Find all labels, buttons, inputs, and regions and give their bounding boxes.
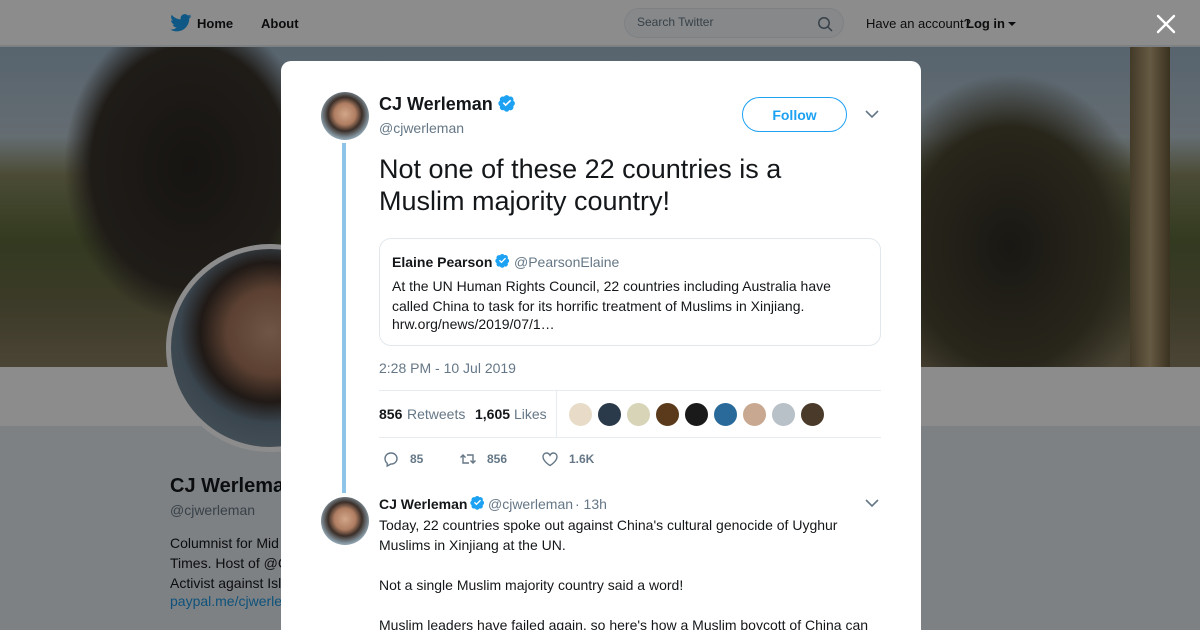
reply-paragraph: Today, 22 countries spoke out against Ch… bbox=[379, 517, 838, 553]
chevron-down-icon[interactable] bbox=[865, 109, 879, 119]
quoted-tweet-text: At the UN Human Rights Council, 22 count… bbox=[392, 278, 831, 314]
like-count: 1.6K bbox=[569, 452, 595, 466]
liker-avatar[interactable] bbox=[684, 402, 709, 427]
conversation-thread-line bbox=[342, 143, 346, 493]
reply-icon[interactable] bbox=[382, 450, 400, 468]
reply-time[interactable]: · 13h bbox=[575, 496, 607, 512]
likes-count[interactable]: 1,605 bbox=[475, 406, 510, 422]
quoted-author-name: Elaine Pearson bbox=[392, 254, 493, 270]
verified-badge-icon bbox=[498, 95, 515, 112]
author-handle[interactable]: @cjwerleman bbox=[379, 120, 464, 136]
reply-author-handle[interactable]: @cjwerleman bbox=[488, 496, 573, 512]
tweet-text: Not one of these 22 countries is a Musli… bbox=[379, 154, 782, 216]
liker-avatar[interactable] bbox=[800, 402, 825, 427]
heart-icon[interactable] bbox=[541, 450, 559, 468]
verified-badge-icon bbox=[495, 253, 510, 268]
tweet-permalink-modal: CJ Werleman @cjwerleman Follow Not one o… bbox=[281, 61, 921, 630]
tweet-stats: 856 Retweets 1,605 Likes bbox=[379, 390, 881, 438]
chevron-down-icon[interactable] bbox=[865, 498, 879, 508]
liker-avatar[interactable] bbox=[568, 402, 593, 427]
reply-author-avatar[interactable] bbox=[321, 497, 369, 545]
liker-avatar[interactable] bbox=[626, 402, 651, 427]
follow-button[interactable]: Follow bbox=[742, 97, 847, 132]
close-icon[interactable] bbox=[1155, 13, 1177, 35]
reply-paragraph: Muslim leaders have failed again, so her… bbox=[379, 617, 869, 630]
tweet-timestamp[interactable]: 2:28 PM - 10 Jul 2019 bbox=[379, 360, 516, 376]
quoted-tweet-link: hrw.org/news/2019/07/1… bbox=[392, 316, 555, 332]
reply-count: 85 bbox=[410, 452, 424, 466]
author-avatar[interactable] bbox=[321, 92, 369, 140]
reply-author-name[interactable]: CJ Werleman bbox=[379, 496, 467, 512]
liker-avatar[interactable] bbox=[742, 402, 767, 427]
author-name[interactable]: CJ Werleman bbox=[379, 94, 493, 115]
retweet-count: 856 bbox=[487, 452, 508, 466]
retweet-icon[interactable] bbox=[459, 450, 477, 468]
likes-label[interactable]: Likes bbox=[514, 406, 547, 422]
retweets-label[interactable]: Retweets bbox=[407, 406, 465, 422]
quoted-tweet-card[interactable]: Elaine Pearson @PearsonElaine At the UN … bbox=[379, 238, 881, 346]
verified-badge-icon bbox=[470, 495, 485, 510]
liker-avatar[interactable] bbox=[713, 402, 738, 427]
reply-tweet-text: Today, 22 countries spoke out against Ch… bbox=[379, 515, 879, 630]
liker-avatar[interactable] bbox=[771, 402, 796, 427]
quoted-author-handle: @PearsonElaine bbox=[514, 254, 620, 270]
stats-divider bbox=[556, 391, 557, 437]
retweets-count[interactable]: 856 bbox=[379, 406, 402, 422]
liker-avatar[interactable] bbox=[655, 402, 680, 427]
reply-paragraph: Not a single Muslim majority country sai… bbox=[379, 577, 684, 593]
liker-avatar[interactable] bbox=[597, 402, 622, 427]
